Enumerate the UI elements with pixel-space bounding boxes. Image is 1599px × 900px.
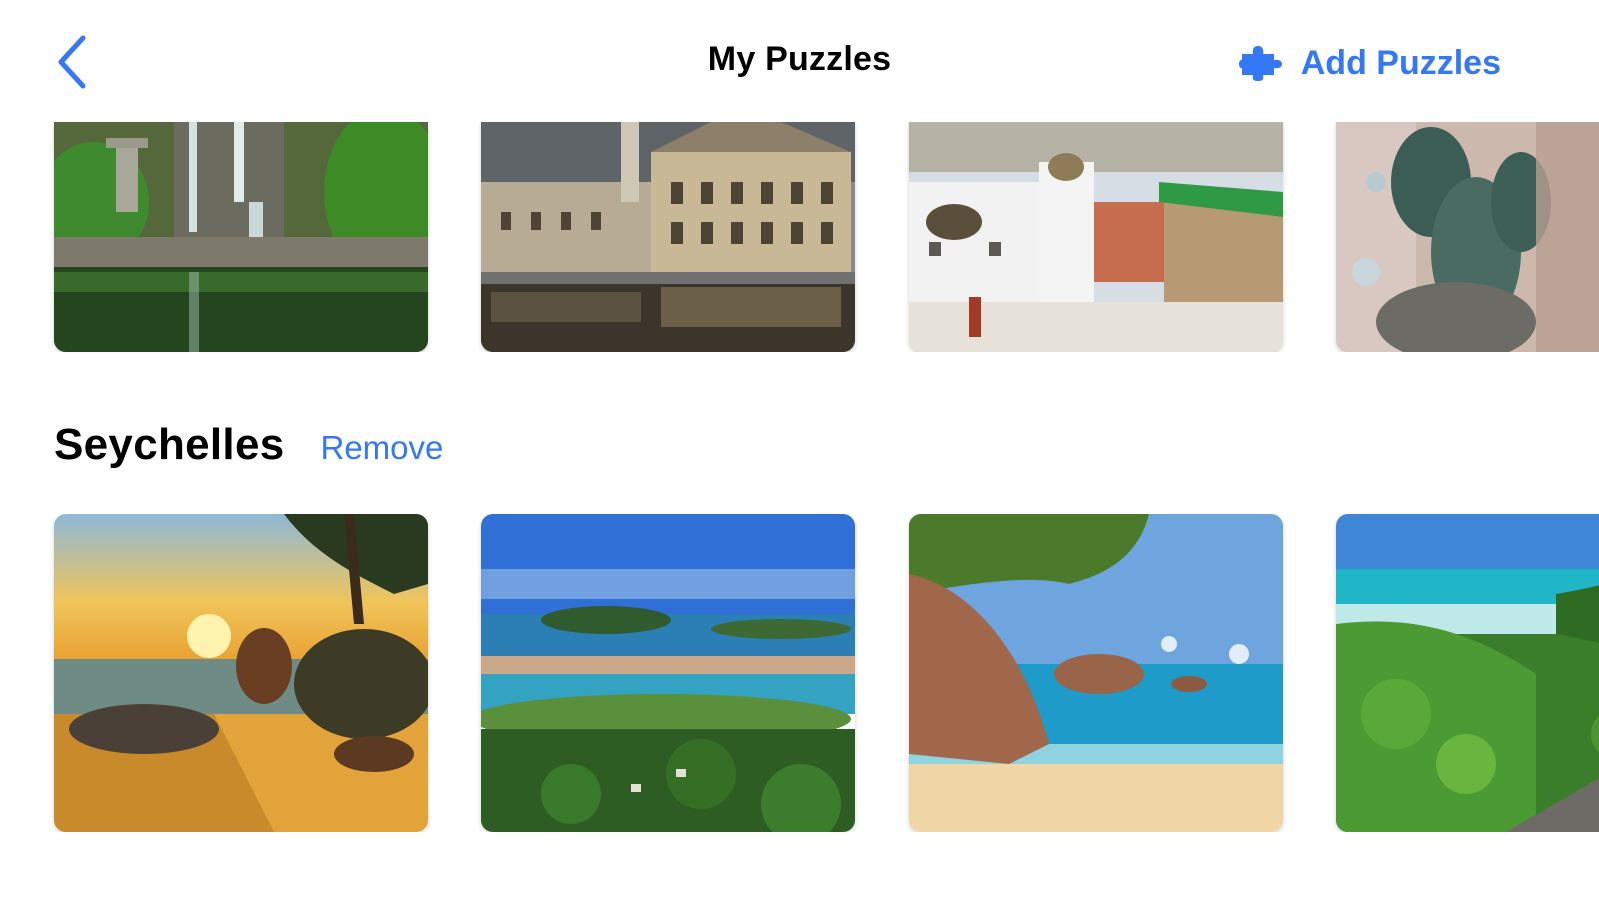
collection-title: Seychelles: [54, 420, 285, 469]
puzzle-row: [0, 514, 1599, 832]
navigation-bar: My Puzzles Add Puzzles: [0, 0, 1599, 120]
puzzle-thumbnail[interactable]: [481, 514, 855, 832]
puzzle-thumbnail[interactable]: [481, 122, 855, 352]
add-puzzles-label: Add Puzzles: [1300, 43, 1501, 82]
puzzle-thumbnail[interactable]: [54, 514, 428, 832]
puzzle-thumbnail[interactable]: [54, 122, 428, 352]
puzzle-row: [0, 122, 1599, 352]
collection-header: Seychelles Remove: [54, 420, 443, 470]
remove-button[interactable]: Remove: [321, 429, 444, 467]
puzzle-thumbnail[interactable]: [909, 514, 1283, 832]
puzzle-thumbnail[interactable]: [1336, 514, 1599, 832]
puzzle-piece-icon: [1238, 46, 1282, 81]
add-puzzles-button[interactable]: Add Puzzles: [1238, 38, 1501, 88]
puzzle-thumbnail[interactable]: [909, 122, 1283, 352]
puzzle-thumbnail[interactable]: [1336, 122, 1599, 352]
